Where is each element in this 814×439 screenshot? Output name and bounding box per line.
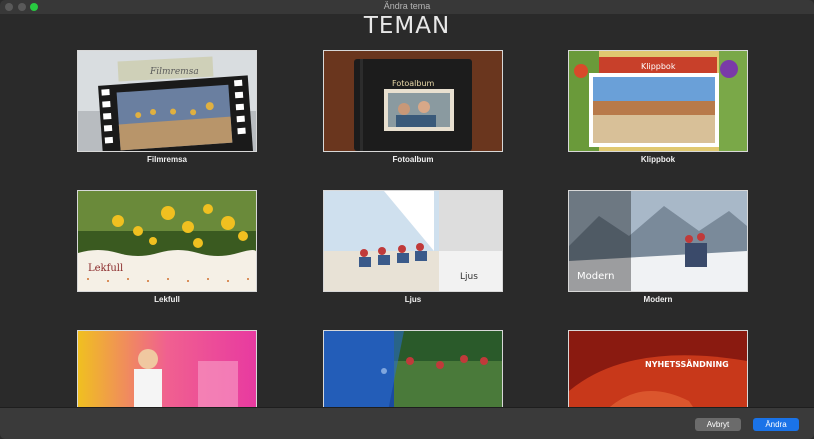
theme-thumbnail[interactable] bbox=[77, 330, 257, 407]
bright-preview: Ljus bbox=[324, 191, 502, 291]
scrapbook-preview: Klippbok bbox=[569, 51, 747, 151]
theme-grid: TEMAN Filmremsa Filmremsa Fotoalbum Foto… bbox=[0, 0, 814, 407]
change-button[interactable]: Ändra bbox=[753, 418, 799, 431]
theme-label: Filmremsa bbox=[146, 155, 188, 164]
theme-overlay-title: NYHETSSÄNDNING bbox=[645, 359, 729, 369]
page-title: TEMAN bbox=[363, 13, 451, 39]
theme-label: Klippbok bbox=[640, 155, 676, 164]
theme-thumbnail[interactable]: Fotoalbum bbox=[323, 50, 503, 152]
theme-thumbnail[interactable]: Lekfull bbox=[77, 190, 257, 292]
theme-thumbnail[interactable] bbox=[323, 330, 503, 407]
broadcast-preview: NYHETSSÄNDNING bbox=[569, 331, 747, 407]
theme-overlay-title: Klippbok bbox=[641, 62, 676, 71]
dialog-footer: Avbryt Ändra bbox=[0, 407, 814, 439]
theme-label: Lekfull bbox=[154, 295, 180, 304]
theme-thumbnail[interactable]: Klippbok bbox=[568, 50, 748, 152]
news-preview bbox=[324, 331, 502, 407]
photo-album-preview: Fotoalbum bbox=[324, 51, 502, 151]
filmstrip-preview: Filmremsa bbox=[78, 51, 256, 151]
pop-preview bbox=[78, 331, 256, 407]
theme-overlay-title: Fotoalbum bbox=[392, 79, 435, 88]
change-theme-window: Ändra tema TEMAN Filmremsa Filmremsa Fot… bbox=[0, 0, 814, 439]
theme-label: Fotoalbum bbox=[392, 155, 434, 164]
theme-thumbnail[interactable]: Filmremsa bbox=[77, 50, 257, 152]
theme-thumbnail[interactable]: NYHETSSÄNDNING bbox=[568, 330, 748, 407]
theme-label: Ljus bbox=[404, 295, 422, 304]
cancel-button[interactable]: Avbryt bbox=[695, 418, 741, 431]
theme-overlay-title: Modern bbox=[577, 271, 615, 282]
theme-overlay-title: Lekfull bbox=[88, 263, 123, 274]
theme-overlay-title: Filmremsa bbox=[149, 67, 199, 77]
theme-thumbnail[interactable]: Ljus bbox=[323, 190, 503, 292]
theme-thumbnail[interactable]: Modern bbox=[568, 190, 748, 292]
theme-label: Modern bbox=[643, 295, 673, 304]
playful-preview: Lekfull bbox=[78, 191, 256, 291]
theme-overlay-title: Ljus bbox=[460, 272, 478, 282]
modern-preview: Modern bbox=[569, 191, 747, 291]
